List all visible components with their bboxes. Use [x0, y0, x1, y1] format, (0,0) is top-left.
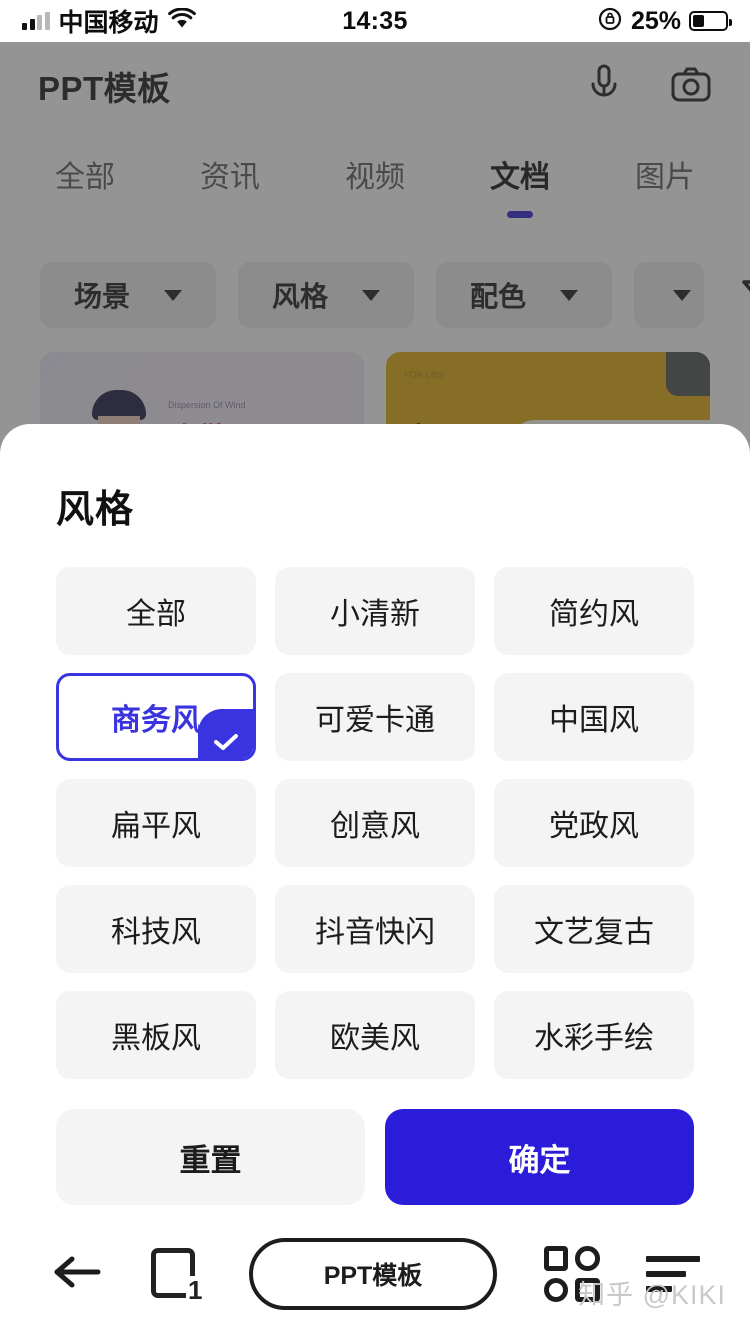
carrier-label: 中国移动 — [58, 9, 159, 37]
style-option-label: 全部 — [126, 598, 186, 631]
style-option-business[interactable]: 商务风 — [56, 673, 256, 761]
style-option-label: 文艺复古 — [534, 916, 654, 949]
confirm-button-label: 确定 — [508, 1142, 571, 1178]
style-option-label: 简约风 — [549, 598, 639, 631]
style-option-chinese[interactable]: 中国风 — [494, 673, 694, 761]
style-option-label: 创意风 — [330, 810, 420, 843]
tab-count-icon[interactable]: 1 — [150, 1246, 205, 1305]
style-option-government[interactable]: 党政风 — [494, 779, 694, 867]
style-option-label: 水彩手绘 — [534, 1022, 654, 1055]
back-arrow-icon[interactable] — [50, 1250, 104, 1299]
confirm-button[interactable]: 确定 — [385, 1109, 694, 1205]
status-bar-right: 25% — [375, 6, 732, 37]
style-option-flat[interactable]: 扁平风 — [56, 779, 256, 867]
style-option-blackboard[interactable]: 黑板风 — [56, 991, 256, 1079]
style-option-label: 黑板风 — [111, 1022, 201, 1055]
style-option-watercolor[interactable]: 水彩手绘 — [494, 991, 694, 1079]
check-icon — [198, 709, 253, 758]
status-bar: 中国移动 14:35 25% — [0, 0, 750, 42]
battery-percent-label: 25% — [630, 6, 681, 35]
style-option-all[interactable]: 全部 — [56, 567, 256, 655]
battery-icon — [689, 11, 732, 31]
url-bar-label: PPT模板 — [323, 1262, 423, 1290]
style-filter-sheet: 风格 全部 小清新 简约风 商务风 可爱卡通 中国风 扁平风 创意风 党政风 科… — [0, 424, 750, 1214]
style-option-simple[interactable]: 简约风 — [494, 567, 694, 655]
style-option-label: 商务风 — [111, 704, 201, 737]
style-option-douyin[interactable]: 抖音快闪 — [275, 885, 475, 973]
style-option-label: 可爱卡通 — [315, 704, 435, 737]
style-option-tech[interactable]: 科技风 — [56, 885, 256, 973]
style-option-retro[interactable]: 文艺复古 — [494, 885, 694, 973]
style-option-grid: 全部 小清新 简约风 商务风 可爱卡通 中国风 扁平风 创意风 党政风 科技风 … — [56, 567, 694, 1079]
style-option-label: 党政风 — [549, 810, 639, 843]
screen: 中国移动 14:35 25% 风格 全部 小清新 简约风 商务风 可爱卡通 中国… — [0, 0, 750, 1334]
style-option-label: 小清新 — [330, 598, 420, 631]
style-option-western[interactable]: 欧美风 — [275, 991, 475, 1079]
reset-button[interactable]: 重置 — [56, 1109, 365, 1205]
style-option-label: 科技风 — [111, 916, 201, 949]
style-option-label: 中国风 — [549, 704, 639, 737]
style-option-creative[interactable]: 创意风 — [275, 779, 475, 867]
tab-count-label: 1 — [186, 1275, 205, 1305]
style-option-cartoon[interactable]: 可爱卡通 — [275, 673, 475, 761]
style-option-label: 欧美风 — [330, 1022, 420, 1055]
url-bar[interactable]: PPT模板 — [249, 1238, 497, 1310]
sheet-actions: 重置 确定 — [56, 1109, 694, 1205]
reset-button-label: 重置 — [179, 1142, 242, 1178]
style-option-label: 抖音快闪 — [315, 916, 435, 949]
style-option-label: 扁平风 — [111, 810, 201, 843]
style-option-fresh[interactable]: 小清新 — [275, 567, 475, 655]
watermark: 知乎 @KIKI — [578, 1280, 726, 1310]
sheet-title: 风格 — [56, 489, 135, 531]
rotation-lock-icon — [597, 6, 623, 37]
